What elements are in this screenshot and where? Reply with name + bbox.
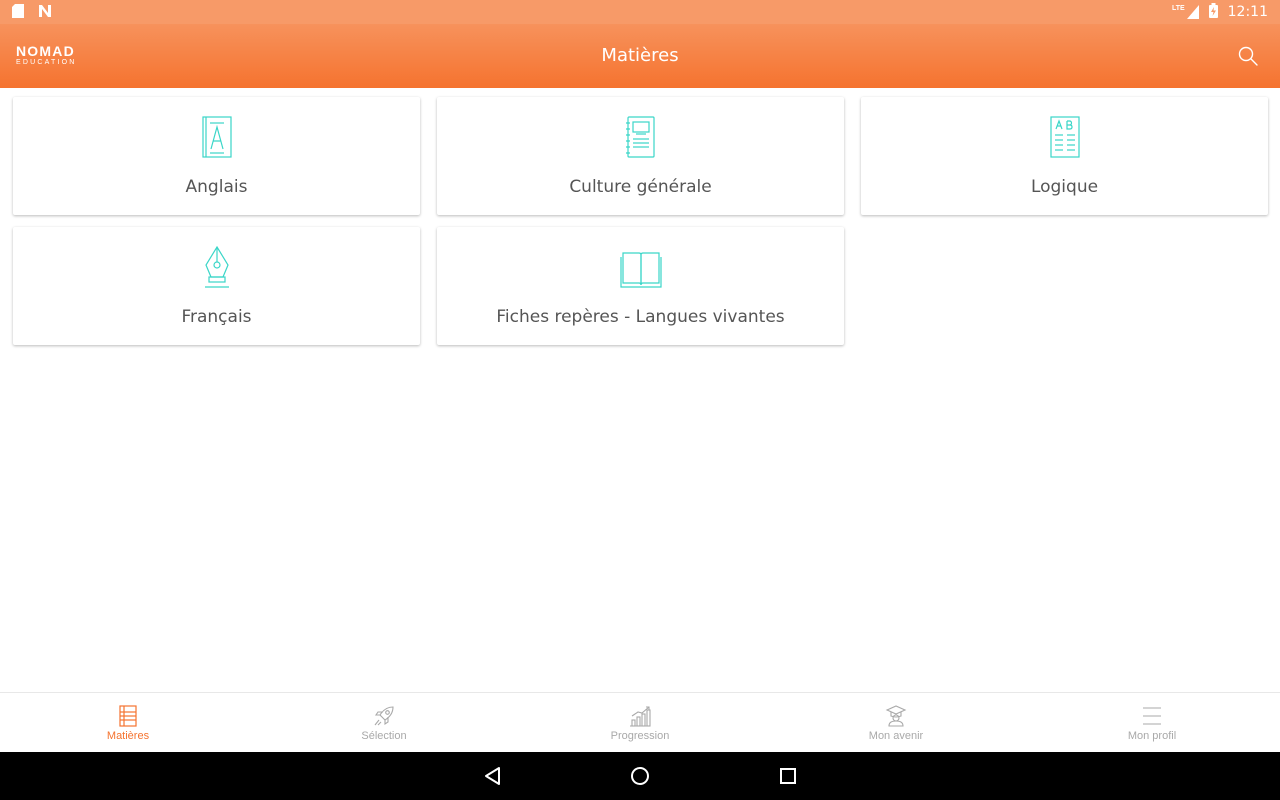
n-notification-icon (38, 4, 52, 21)
battery-icon (1208, 3, 1218, 21)
nav-item-mon-avenir[interactable]: Mon avenir (768, 693, 1024, 752)
status-bar: LTE 12:11 (0, 0, 1280, 24)
books-icon (119, 704, 137, 727)
nav-label: Mon avenir (868, 729, 924, 742)
clock: 12:11 (1227, 4, 1268, 20)
system-nav-bar (0, 752, 1280, 800)
subject-label: Français (181, 307, 252, 327)
fountain-pen-icon (204, 245, 229, 288)
home-button[interactable] (626, 762, 654, 790)
subject-card-francais[interactable]: Français (13, 227, 420, 345)
ab-sheet-icon (1049, 116, 1080, 158)
nav-item-mon-profil[interactable]: Mon profil (1024, 693, 1280, 752)
subject-card-culture-generale[interactable]: Culture générale (437, 97, 844, 215)
subject-label: Fiches repères - Langues vivantes (496, 307, 785, 327)
nav-label: Mon profil (1127, 729, 1177, 742)
network-label: LTE (1171, 5, 1185, 12)
subject-label: Anglais (185, 177, 248, 197)
search-button[interactable] (1236, 44, 1260, 68)
chart-icon (630, 705, 651, 727)
graduate-icon (885, 704, 907, 727)
book-letter-icon (201, 116, 232, 158)
nav-item-matieres[interactable]: Matières (0, 693, 256, 752)
rocket-icon (374, 705, 394, 725)
bottom-nav: Matières Sélection Progression Mon aveni… (0, 692, 1280, 752)
back-button[interactable] (478, 762, 506, 790)
menu-icon (1143, 706, 1161, 725)
page-title: Matières (601, 45, 679, 66)
nav-item-progression[interactable]: Progression (512, 693, 768, 752)
subject-label: Culture générale (569, 177, 712, 197)
nav-label: Matières (106, 729, 150, 742)
app-bar: NOMAD EDUCATION Matières (0, 24, 1280, 88)
open-book-icon (619, 252, 662, 288)
notebook-icon (625, 116, 655, 158)
subjects-grid: Anglais Culture générale Logique Françai… (0, 88, 1280, 692)
subject-card-logique[interactable]: Logique (861, 97, 1268, 215)
nav-label: Sélection (361, 729, 407, 742)
nav-item-selection[interactable]: Sélection (256, 693, 512, 752)
subject-label: Logique (1030, 177, 1099, 197)
home-circle-icon (631, 767, 649, 785)
back-triangle-icon (485, 767, 500, 785)
search-icon (1238, 46, 1258, 66)
sd-card-icon (12, 3, 24, 21)
nav-label: Progression (610, 729, 670, 742)
subject-card-anglais[interactable]: Anglais (13, 97, 420, 215)
recents-square-icon (780, 768, 796, 784)
subject-card-fiches-reperes[interactable]: Fiches repères - Langues vivantes (437, 227, 844, 345)
signal-icon: LTE (1172, 5, 1199, 19)
recents-button[interactable] (774, 762, 802, 790)
